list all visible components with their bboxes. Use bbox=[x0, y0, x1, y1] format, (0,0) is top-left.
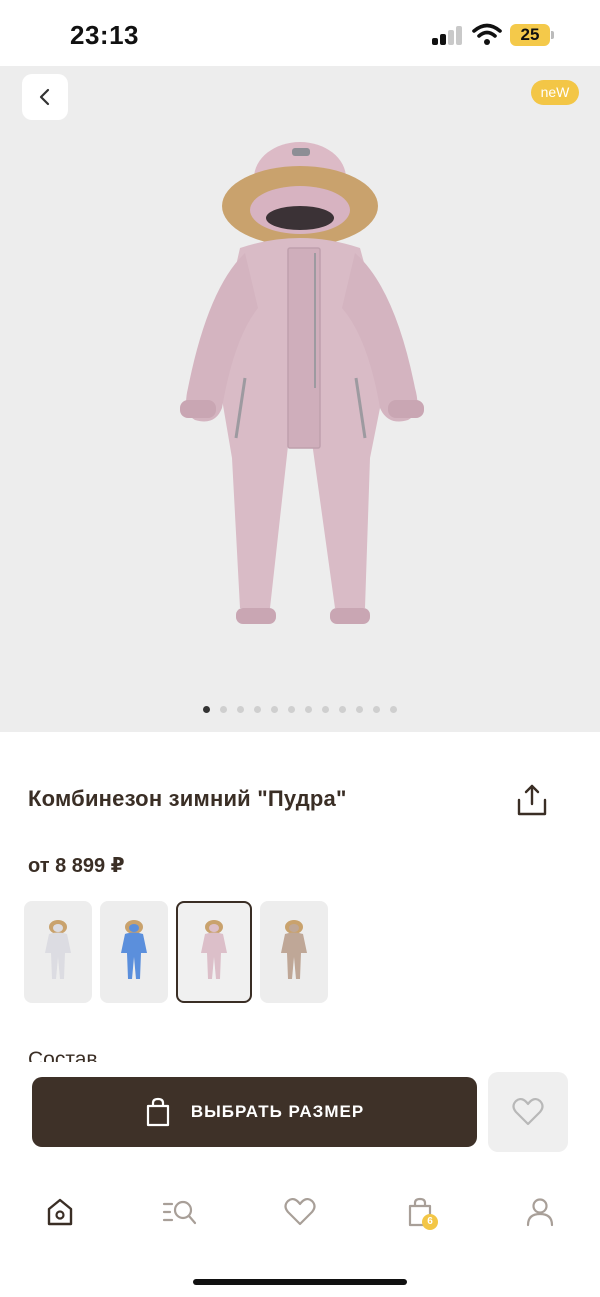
status-bar: 23:13 25 bbox=[0, 0, 600, 66]
product-title: Комбинезон зимний "Пудра" bbox=[28, 786, 347, 811]
battery-icon: 25 bbox=[510, 24, 554, 46]
color-swatch-beige[interactable] bbox=[260, 901, 328, 1003]
pagination-dot[interactable] bbox=[373, 706, 380, 713]
pagination-dot[interactable] bbox=[322, 706, 329, 713]
chevron-left-icon bbox=[39, 88, 50, 106]
catalog-search-icon bbox=[162, 1200, 197, 1225]
action-panel: ВЫБРАТЬ РАЗМЕР bbox=[0, 1062, 600, 1172]
pagination-dot[interactable] bbox=[220, 706, 227, 713]
share-button[interactable] bbox=[512, 780, 552, 820]
variant-thumbnail bbox=[201, 920, 227, 979]
pagination-dot[interactable] bbox=[390, 706, 397, 713]
select-size-label: ВЫБРАТЬ РАЗМЕР bbox=[190, 1102, 365, 1121]
heart-icon bbox=[284, 1198, 316, 1226]
shopping-bag-icon bbox=[146, 1097, 169, 1127]
product-gallery[interactable]: neW bbox=[0, 66, 600, 732]
color-swatch-light-gray[interactable] bbox=[24, 901, 92, 1003]
share-icon bbox=[517, 784, 547, 816]
pagination-dot[interactable] bbox=[339, 706, 346, 713]
product-image bbox=[180, 142, 424, 624]
tab-profile[interactable] bbox=[520, 1192, 560, 1232]
pagination-dot[interactable] bbox=[305, 706, 312, 713]
pagination-dot[interactable] bbox=[288, 706, 295, 713]
tab-catalog[interactable] bbox=[160, 1192, 200, 1232]
pagination-dot[interactable] bbox=[254, 706, 261, 713]
tab-bar: 6 bbox=[0, 1172, 600, 1297]
variant-thumbnail bbox=[121, 920, 147, 979]
variant-thumbnail bbox=[281, 920, 307, 979]
select-size-button[interactable]: ВЫБРАТЬ РАЗМЕР bbox=[32, 1077, 477, 1147]
status-time: 23:13 bbox=[70, 20, 139, 50]
tab-favorites[interactable] bbox=[280, 1192, 320, 1232]
home-icon bbox=[47, 1198, 73, 1226]
pagination-dot[interactable] bbox=[237, 706, 244, 713]
add-to-favorites-button[interactable] bbox=[488, 1072, 568, 1152]
back-button[interactable] bbox=[22, 74, 68, 120]
home-indicator bbox=[193, 1279, 407, 1285]
battery-level: 25 bbox=[520, 25, 540, 44]
color-swatch-blue[interactable] bbox=[100, 901, 168, 1003]
pagination-dot[interactable] bbox=[271, 706, 278, 713]
cart-count-badge: 6 bbox=[422, 1214, 438, 1230]
tab-cart[interactable]: 6 bbox=[400, 1192, 440, 1232]
wifi-icon bbox=[472, 23, 502, 45]
pagination-dot[interactable] bbox=[203, 706, 210, 713]
pagination-dot[interactable] bbox=[356, 706, 363, 713]
cellular-signal-icon bbox=[432, 25, 464, 45]
color-variants bbox=[24, 901, 328, 1003]
user-icon bbox=[526, 1198, 554, 1227]
gallery-pagination bbox=[0, 706, 600, 716]
new-badge: neW bbox=[531, 80, 579, 105]
variant-thumbnail bbox=[45, 920, 71, 979]
color-swatch-pink[interactable] bbox=[176, 901, 252, 1003]
tab-home[interactable] bbox=[40, 1192, 80, 1232]
product-price: от 8 899 ₽ bbox=[28, 855, 125, 877]
heart-icon bbox=[512, 1098, 544, 1126]
